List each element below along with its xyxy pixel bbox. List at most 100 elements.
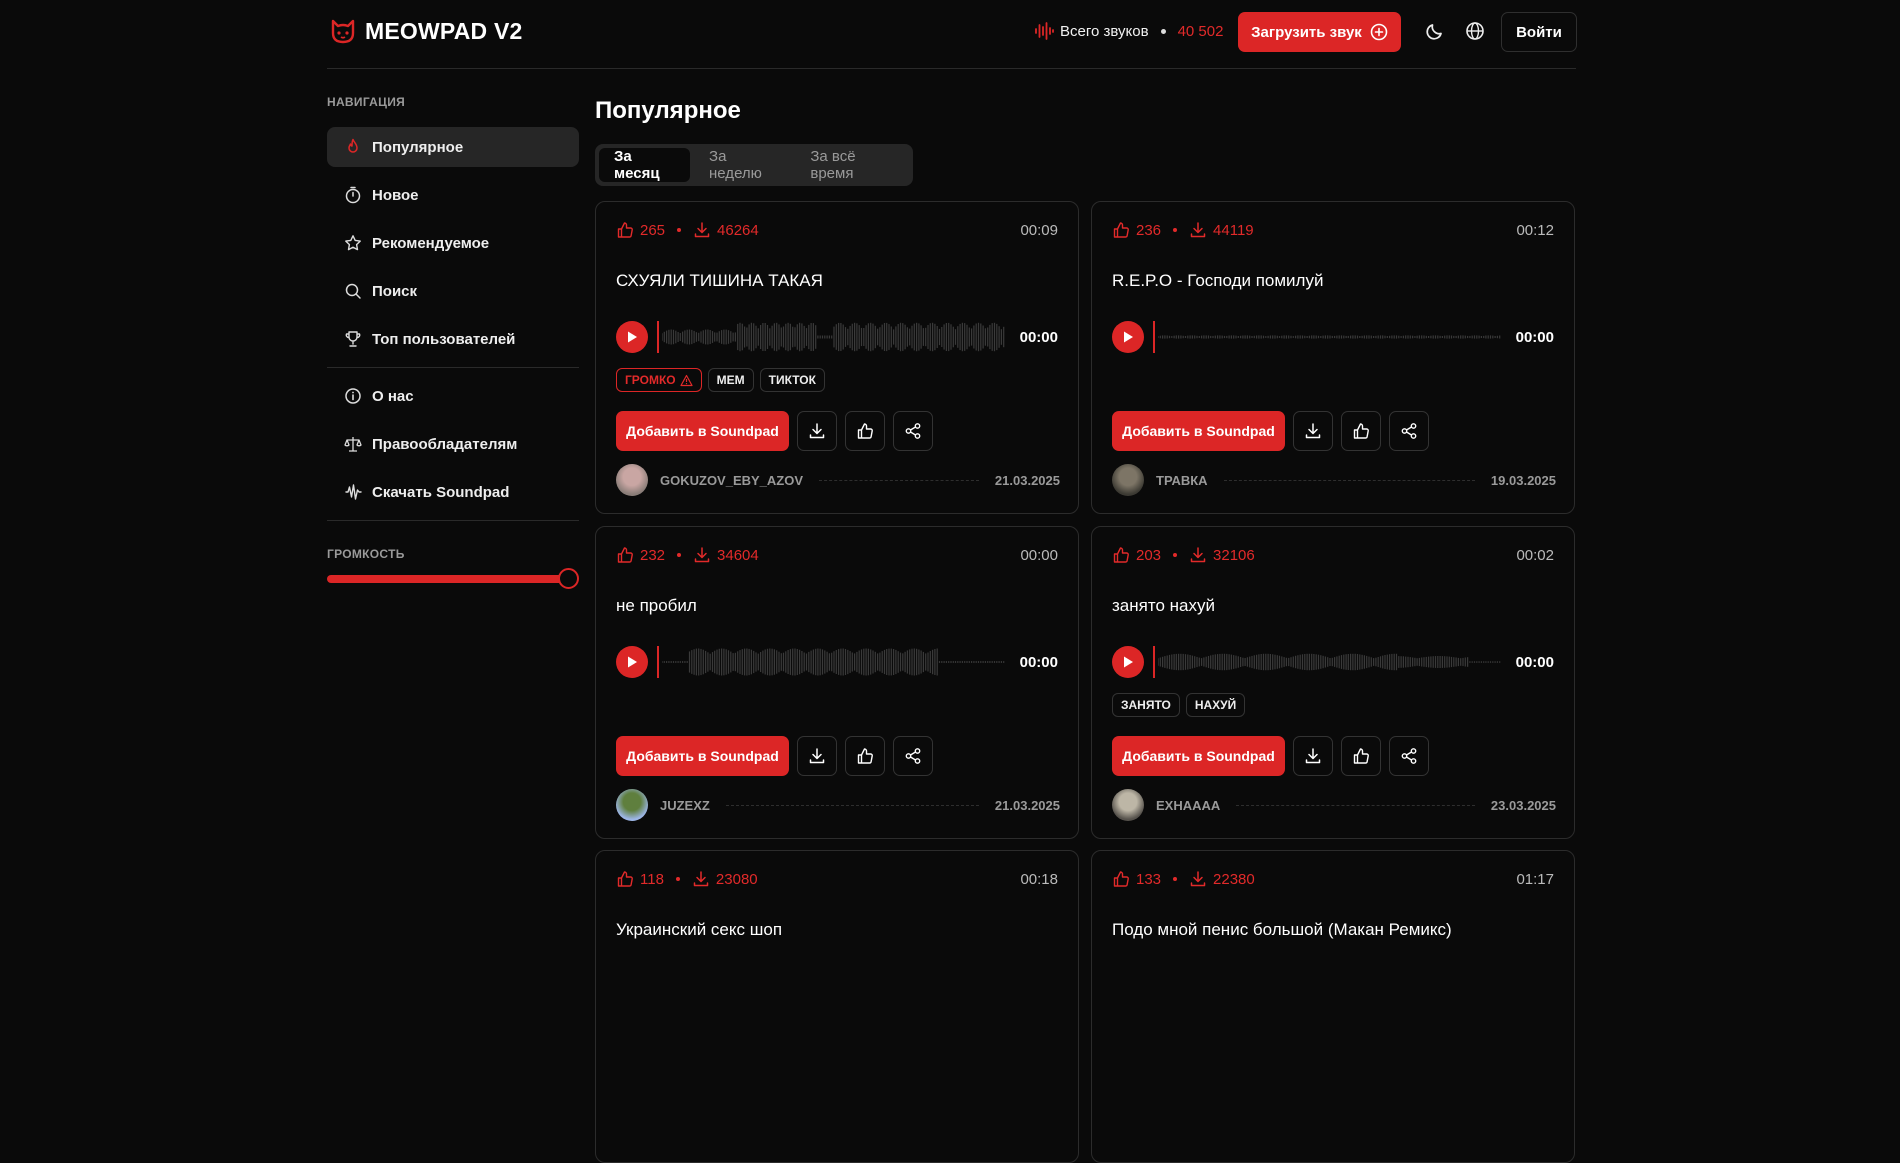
tab-week[interactable]: За неделю bbox=[694, 148, 791, 182]
sidebar-item-popular[interactable]: Популярное bbox=[327, 127, 579, 167]
card-actions: Добавить в Soundpad bbox=[616, 736, 933, 776]
play-button[interactable] bbox=[1112, 646, 1144, 678]
download-button[interactable] bbox=[1293, 411, 1333, 451]
play-icon bbox=[628, 331, 637, 343]
download-icon bbox=[694, 547, 710, 563]
login-button[interactable]: Войти bbox=[1501, 12, 1577, 52]
tag[interactable]: ТИКТОК bbox=[759, 368, 825, 392]
upload-date: 21.03.2025 bbox=[994, 472, 1060, 488]
volume-slider-handle[interactable] bbox=[558, 568, 579, 589]
plus-circle-icon bbox=[1370, 23, 1388, 41]
downloads-count: 32106 bbox=[1189, 546, 1255, 564]
play-button[interactable] bbox=[616, 646, 648, 678]
waveform-icon bbox=[345, 484, 362, 500]
share-icon bbox=[905, 748, 921, 764]
language-toggle[interactable] bbox=[1464, 20, 1486, 42]
upload-sound-button[interactable]: Загрузить звук bbox=[1238, 12, 1401, 52]
add-to-soundpad-button[interactable]: Добавить в Soundpad bbox=[616, 411, 789, 451]
tab-all-time[interactable]: За всё время bbox=[795, 148, 909, 182]
sidebar-item-new[interactable]: Новое bbox=[327, 175, 579, 215]
avatar[interactable] bbox=[1112, 464, 1144, 496]
likes-count[interactable]: 232 bbox=[616, 546, 665, 564]
logo[interactable]: MEOWPAD V2 bbox=[329, 17, 522, 45]
header: MEOWPAD V2 Всего звуков 40 502 Загрузить… bbox=[327, 0, 1577, 69]
add-to-soundpad-button[interactable]: Добавить в Soundpad bbox=[616, 736, 789, 776]
sidebar-item-about[interactable]: О нас bbox=[327, 376, 579, 416]
downloads-count: 34604 bbox=[693, 546, 759, 564]
waveform[interactable] bbox=[662, 321, 1006, 353]
tag[interactable]: МЕМ bbox=[707, 368, 754, 392]
likes-value: 236 bbox=[1136, 221, 1162, 239]
separator-dot bbox=[675, 877, 680, 881]
card-actions: Добавить в Soundpad bbox=[1112, 736, 1429, 776]
tag[interactable]: НАХУЙ bbox=[1185, 693, 1246, 717]
upload-label: Загрузить звук bbox=[1251, 23, 1362, 41]
sound-duration: 00:09 bbox=[1020, 222, 1058, 239]
sound-card: 203 32106 00:02 занято нахуй 00:00 ЗАНЯТО НАХУ… bbox=[1091, 526, 1575, 839]
like-button[interactable] bbox=[845, 736, 885, 776]
app: MEOWPAD V2 Всего звуков 40 502 Загрузить… bbox=[327, 0, 1577, 1163]
share-button[interactable] bbox=[1389, 411, 1429, 451]
sidebar-item-copyright[interactable]: Правообладателям bbox=[327, 424, 579, 464]
downloads-value: 34604 bbox=[717, 546, 759, 564]
like-button[interactable] bbox=[1341, 411, 1381, 451]
likes-count[interactable]: 118 bbox=[616, 870, 664, 888]
download-button[interactable] bbox=[797, 736, 837, 776]
sidebar-item-recommended[interactable]: Рекомендуемое bbox=[327, 223, 579, 263]
avatar[interactable] bbox=[616, 464, 648, 496]
author-name[interactable]: JUZEXZ bbox=[660, 798, 710, 813]
upload-date: 23.03.2025 bbox=[1490, 797, 1556, 813]
author-name[interactable]: ТРАВКА bbox=[1156, 473, 1208, 488]
warning-icon bbox=[680, 374, 693, 386]
downloads-value: 44119 bbox=[1213, 221, 1254, 239]
likes-value: 203 bbox=[1136, 546, 1162, 564]
share-button[interactable] bbox=[1389, 736, 1429, 776]
add-to-soundpad-button[interactable]: Добавить в Soundpad bbox=[1112, 411, 1285, 451]
tag-list: ЗАНЯТО НАХУЙ bbox=[1112, 693, 1246, 717]
downloads-value: 22380 bbox=[1213, 870, 1255, 888]
waveform[interactable] bbox=[1158, 646, 1502, 678]
downloads-count: 22380 bbox=[1189, 870, 1255, 888]
like-button[interactable] bbox=[845, 411, 885, 451]
sidebar-item-download-soundpad[interactable]: Скачать Soundpad bbox=[327, 472, 579, 512]
sidebar-item-search[interactable]: Поиск bbox=[327, 271, 579, 311]
info-icon bbox=[345, 388, 361, 404]
sidebar-item-top-users[interactable]: Топ пользователей bbox=[327, 319, 579, 359]
likes-count[interactable]: 265 bbox=[616, 221, 665, 239]
playback-time: 00:00 bbox=[1515, 654, 1554, 671]
upload-date: 21.03.2025 bbox=[994, 797, 1060, 813]
author-name[interactable]: GOKUZOV_EBY_AZOV bbox=[660, 473, 803, 488]
total-label: Всего звуков bbox=[1060, 22, 1149, 40]
like-button[interactable] bbox=[1341, 736, 1381, 776]
sound-stats: 133 22380 bbox=[1112, 870, 1255, 888]
tag-label: НАХУЙ bbox=[1194, 698, 1237, 712]
sound-title: R.E.P.O - Господи помилуй bbox=[1112, 271, 1324, 290]
author-row: ТРАВКА 19.03.2025 bbox=[1112, 464, 1556, 496]
share-button[interactable] bbox=[893, 736, 933, 776]
waveform[interactable] bbox=[1158, 321, 1502, 353]
tab-month[interactable]: За месяц bbox=[599, 148, 691, 182]
nav-title: НАВИГАЦИЯ bbox=[327, 95, 406, 109]
sound-card: 118 23080 00:18 Украинский секс шоп bbox=[595, 850, 1079, 1163]
volume-slider-track[interactable] bbox=[327, 575, 570, 583]
likes-count[interactable]: 203 bbox=[1112, 546, 1161, 564]
waveform[interactable] bbox=[662, 646, 1006, 678]
play-button[interactable] bbox=[616, 321, 648, 353]
download-button[interactable] bbox=[797, 411, 837, 451]
avatar[interactable] bbox=[1112, 789, 1144, 821]
share-button[interactable] bbox=[893, 411, 933, 451]
play-button[interactable] bbox=[1112, 321, 1144, 353]
likes-count[interactable]: 133 bbox=[1112, 870, 1161, 888]
sound-duration: 00:00 bbox=[1020, 547, 1058, 564]
avatar[interactable] bbox=[616, 789, 648, 821]
author-name[interactable]: EXHAAAA bbox=[1156, 798, 1220, 813]
theme-toggle[interactable] bbox=[1424, 20, 1446, 42]
download-button[interactable] bbox=[1293, 736, 1333, 776]
likes-count[interactable]: 236 bbox=[1112, 221, 1161, 239]
add-to-soundpad-button[interactable]: Добавить в Soundpad bbox=[1112, 736, 1285, 776]
separator-dot bbox=[1173, 228, 1178, 232]
playback-time: 00:00 bbox=[1515, 329, 1554, 346]
tag[interactable]: ГРОМКО bbox=[616, 368, 702, 392]
tag-label: ГРОМКО bbox=[625, 373, 676, 387]
tag[interactable]: ЗАНЯТО bbox=[1112, 693, 1180, 717]
